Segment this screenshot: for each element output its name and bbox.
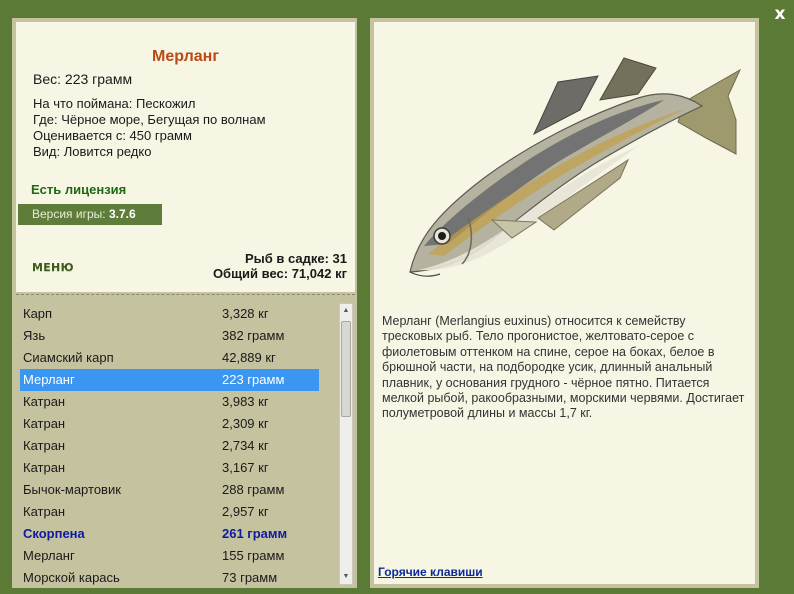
catch-fish-weight: 73 грамм [222,570,278,585]
catch-fish-weight: 2,309 кг [222,416,269,431]
close-icon[interactable]: x [771,4,789,24]
fish-name: Мерланг [152,48,219,65]
catch-fish-weight: 3,167 кг [222,460,269,475]
catch-list-row[interactable]: Мерланг 223 грамм [20,369,319,391]
catch-stats: Рыб в садке: 31 Общий вес: 71,042 кг [213,251,347,281]
catch-fish-weight: 261 грамм [222,526,288,541]
catch-fish-name: Катран [23,438,66,453]
catch-list: Карп 3,328 кг Язь 382 грамм Сиамский карп 42,… [16,299,355,586]
catch-fish-name: Мерланг [23,548,75,563]
fish-image [409,57,742,277]
catch-list-row[interactable]: Катран 2,309 кг [20,413,319,435]
fish-info-panel: Мерланг Вес: 223 грамм На что поймана: П… [12,18,357,588]
license-status: Есть лицензия [31,182,127,197]
catch-fish-weight: 155 грамм [222,548,285,563]
catch-fish-weight: 223 грамм [222,372,285,387]
bait-info: На что поймана: Пескожил [33,96,196,111]
catch-fish-name: Карп [23,306,53,321]
chevron-up-icon[interactable]: ▲ [340,304,352,318]
fish-description-panel: Мерланг (Merlangius euxinus) относится к… [370,18,759,588]
catch-fish-weight: 2,957 кг [222,504,269,519]
catch-list-row[interactable]: Мерланг 155 грамм [20,545,319,567]
catch-list-row[interactable]: Бычок-мартовик 288 грамм [20,479,319,501]
list-scrollbar[interactable]: ▲ ▼ [339,303,353,585]
catch-list-row[interactable]: Язь 382 грамм [20,325,319,347]
catch-list-row[interactable]: Катран 2,734 кг [20,435,319,457]
menu-button[interactable]: МЕНЮ [32,261,74,274]
catch-fish-name: Скорпена [23,526,85,541]
fish-weight: Вес: 223 грамм [33,71,133,87]
scrollbar-thumb[interactable] [341,321,351,417]
catch-list-row[interactable]: Катран 3,983 кг [20,391,319,413]
catch-fish-weight: 2,734 кг [222,438,269,453]
divider [16,294,355,295]
catch-fish-name: Морской карась [23,570,120,585]
catch-fish-name: Язь [23,328,46,343]
catch-list-row[interactable]: Скорпена 261 грамм [20,523,319,545]
description-box: Мерланг (Merlangius euxinus) относится к… [374,22,755,584]
fish-count: Рыб в садке: 31 [244,251,347,266]
version-value: 3.7.6 [108,207,136,221]
catch-fish-name: Катран [23,460,66,475]
catch-fish-weight: 3,328 кг [222,306,269,321]
fish-details-box: Мерланг Вес: 223 грамм На что поймана: П… [16,22,355,292]
fish-description: Мерланг (Merlangius euxinus) относится к… [382,314,745,421]
species-info: Вид: Ловится редко [33,144,152,159]
catch-list-row[interactable]: Сиамский карп 42,889 кг [20,347,319,369]
value-info: Оценивается с: 450 грамм [33,128,192,143]
catch-list-row[interactable]: Катран 2,957 кг [20,501,319,523]
location-info: Где: Чёрное море, Бегущая по волнам [33,112,266,127]
chevron-down-icon[interactable]: ▼ [340,570,352,584]
catch-fish-name: Катран [23,504,66,519]
version-badge: Версия игры: 3.7.6 [18,204,162,225]
catch-fish-weight: 288 грамм [222,482,285,497]
catch-fish-weight: 3,983 кг [222,394,269,409]
catch-list-row[interactable]: Катран 3,167 кг [20,457,319,479]
catch-fish-name: Бычок-мартовик [23,482,121,497]
catch-fish-name: Катран [23,416,66,431]
hotkeys-link[interactable]: Горячие клавиши [378,565,483,579]
version-label: Версия игры: [32,207,109,221]
total-weight: Общий вес: 71,042 кг [212,266,347,281]
catch-fish-name: Мерланг [23,372,75,387]
catch-list-row[interactable]: Карп 3,328 кг [20,303,319,325]
catch-fish-weight: 42,889 кг [222,350,276,365]
catch-fish-name: Катран [23,394,66,409]
catch-fish-weight: 382 грамм [222,328,285,343]
catch-fish-name: Сиамский карп [23,350,114,365]
catch-list-row[interactable]: Морской карась 73 грамм [20,567,319,586]
